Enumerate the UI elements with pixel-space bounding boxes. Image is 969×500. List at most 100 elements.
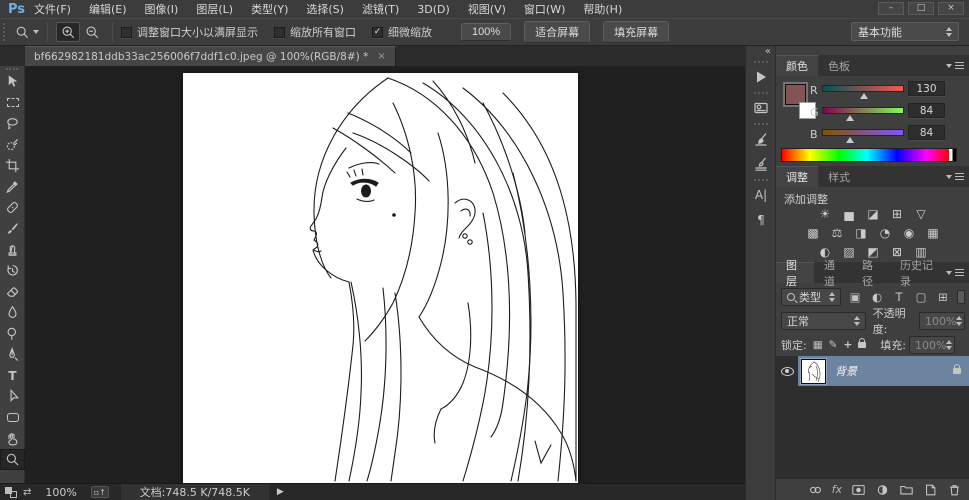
hue-saturation-icon[interactable]: ▩ xyxy=(805,225,822,240)
fill-screen-button[interactable]: 填充屏幕 xyxy=(603,21,670,43)
menu-select[interactable]: 选择(S) xyxy=(297,1,353,17)
paragraph-panel-button[interactable]: ¶ xyxy=(746,207,776,232)
layer-row-background[interactable]: 背景 xyxy=(776,356,969,386)
actions-panel-button[interactable] xyxy=(746,64,776,89)
vibrance-icon[interactable]: ▽ xyxy=(913,206,930,221)
tab-swatches[interactable]: 色板 xyxy=(818,55,860,76)
eyedropper-tool[interactable] xyxy=(0,176,25,197)
channel-b-thumb[interactable] xyxy=(846,137,854,143)
menu-edit[interactable]: 编辑(E) xyxy=(80,1,136,17)
tab-color[interactable]: 颜色 xyxy=(776,55,818,76)
channel-r-slider[interactable] xyxy=(822,85,904,92)
quick-selection-tool[interactable] xyxy=(0,134,25,155)
lock-paint-icon[interactable]: ✎ xyxy=(829,339,838,351)
menu-view[interactable]: 视图(V) xyxy=(459,1,515,17)
zoom-all-windows-option[interactable]: 缩放所有窗口 xyxy=(274,24,356,40)
link-layers-icon[interactable] xyxy=(808,483,823,497)
tab-layers[interactable]: 图层 xyxy=(776,259,814,288)
status-menu-arrow-icon[interactable]: ▶ xyxy=(277,487,284,497)
filter-pixel-layers-icon[interactable]: ▣ xyxy=(847,290,863,304)
brush-presets-panel-button[interactable] xyxy=(746,151,776,176)
crop-tool[interactable] xyxy=(0,155,25,176)
channel-mixer-icon[interactable]: ◉ xyxy=(901,225,918,240)
properties-panel-button[interactable] xyxy=(746,95,776,120)
menu-type[interactable]: 类型(Y) xyxy=(242,1,297,17)
tab-close-icon[interactable]: × xyxy=(377,51,385,62)
clone-stamp-tool[interactable] xyxy=(0,239,25,260)
channel-g-value[interactable]: 84 xyxy=(908,103,945,118)
menu-image[interactable]: 图像(I) xyxy=(136,1,188,17)
blur-tool[interactable] xyxy=(0,302,25,323)
blend-mode-dropdown[interactable]: 正常 xyxy=(781,312,866,330)
layer-thumbnail[interactable] xyxy=(800,357,827,385)
maximize-button[interactable]: □ xyxy=(908,2,934,15)
add-layer-mask-icon[interactable] xyxy=(851,483,866,497)
default-colors-icon[interactable] xyxy=(5,486,17,498)
zoom-out-button[interactable] xyxy=(80,22,104,42)
exposure-icon[interactable]: ⊞ xyxy=(889,206,906,221)
actual-pixels-button[interactable]: 100% xyxy=(461,23,512,41)
rectangular-marquee-tool[interactable] xyxy=(0,92,25,113)
curves-icon[interactable]: ◪ xyxy=(865,206,882,221)
channel-b-slider[interactable] xyxy=(822,129,904,136)
filter-smart-objects-icon[interactable]: ⊞ xyxy=(935,290,951,304)
black-white-icon[interactable]: ◨ xyxy=(853,225,870,240)
posterize-icon[interactable]: ▨ xyxy=(841,244,858,259)
canvas-image[interactable] xyxy=(183,73,578,483)
eraser-tool[interactable] xyxy=(0,281,25,302)
zoom-in-button[interactable] xyxy=(56,22,80,42)
filter-adjustment-layers-icon[interactable]: ◐ xyxy=(869,290,885,304)
tab-channels[interactable]: 通道 xyxy=(814,259,852,288)
lock-all-icon[interactable] xyxy=(858,338,867,348)
delete-layer-trash-icon[interactable] xyxy=(947,483,962,497)
fit-screen-button[interactable]: 适合屏幕 xyxy=(524,21,591,43)
brush-tool[interactable] xyxy=(0,218,25,239)
document-tab[interactable]: bf662982181ddb33ac256006f7ddf1c0.jpeg @ … xyxy=(25,46,396,66)
menu-file[interactable]: 文件(F) xyxy=(25,1,80,17)
channel-r-thumb[interactable] xyxy=(860,93,868,99)
tab-adjustments[interactable]: 调整 xyxy=(776,166,818,187)
layer-style-fx-icon[interactable]: fx xyxy=(832,483,842,496)
brush-settings-panel-button[interactable] xyxy=(746,126,776,151)
fill-dropdown[interactable]: 100% xyxy=(908,336,955,354)
resize-windows-checkbox[interactable] xyxy=(121,26,132,38)
tab-paths[interactable]: 路径 xyxy=(852,259,890,288)
current-tool-badge[interactable] xyxy=(15,25,39,40)
levels-icon[interactable]: ▅ xyxy=(841,206,858,221)
close-button[interactable]: × xyxy=(938,2,964,15)
move-tool[interactable] xyxy=(0,71,25,92)
lasso-tool[interactable] xyxy=(0,113,25,134)
status-zoom-level[interactable]: 100% xyxy=(45,486,76,499)
tab-styles[interactable]: 样式 xyxy=(818,166,860,187)
spot-healing-brush-tool[interactable] xyxy=(0,197,25,218)
panel-menu-icon[interactable] xyxy=(946,55,964,76)
shape-tool[interactable] xyxy=(0,407,25,428)
scrubby-zoom-checkbox[interactable]: ✓ xyxy=(372,26,383,38)
new-adjustment-layer-icon[interactable] xyxy=(875,483,890,497)
tab-history[interactable]: 历史记录 xyxy=(890,259,946,288)
zoom-tool[interactable] xyxy=(0,449,25,470)
hand-tool[interactable] xyxy=(0,428,25,449)
pen-tool[interactable] xyxy=(0,344,25,365)
document-size-indicator[interactable]: 文档:748.5 K/748.5K xyxy=(120,483,269,500)
lock-move-icon[interactable]: + xyxy=(843,339,852,351)
workspace-switcher[interactable]: 基本功能 xyxy=(851,22,959,41)
canvas-area[interactable] xyxy=(25,66,745,483)
filter-shape-layers-icon[interactable]: ▢ xyxy=(913,290,929,304)
new-layer-icon[interactable] xyxy=(923,483,938,497)
brightness-contrast-icon[interactable]: ☀ xyxy=(817,206,834,221)
swap-colors-icon[interactable]: ⇄ xyxy=(23,487,31,498)
menu-layer[interactable]: 图层(L) xyxy=(187,1,242,17)
panel-menu-icon[interactable] xyxy=(946,166,964,187)
minimize-button[interactable]: – xyxy=(878,2,904,15)
type-tool[interactable]: T xyxy=(0,365,25,386)
channel-g-thumb[interactable] xyxy=(846,115,854,121)
dodge-tool[interactable] xyxy=(0,323,25,344)
menu-help[interactable]: 帮助(H) xyxy=(574,1,631,17)
filter-toggle-switch[interactable] xyxy=(957,290,965,304)
path-selection-tool[interactable] xyxy=(0,386,25,407)
resize-windows-option[interactable]: 调整窗口大小以满屏显示 xyxy=(121,24,258,40)
channel-b-value[interactable]: 84 xyxy=(908,125,945,140)
new-group-icon[interactable] xyxy=(899,483,914,497)
panel-menu-icon[interactable] xyxy=(946,262,964,283)
